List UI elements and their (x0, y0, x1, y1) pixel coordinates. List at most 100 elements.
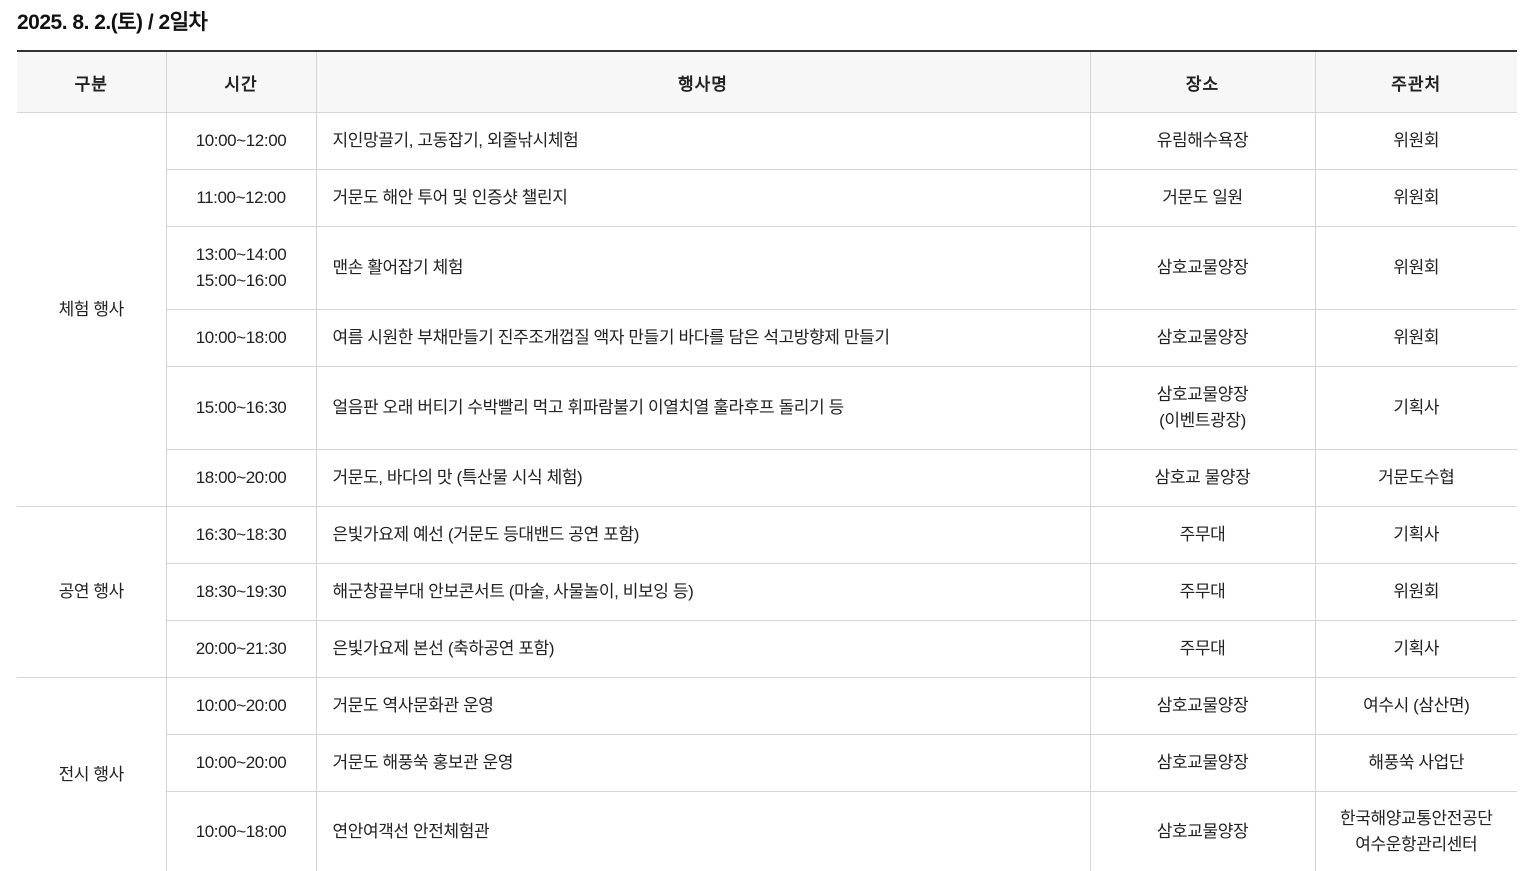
table-row: 공연 행사 16:30~18:30 은빛가요제 예선 (거문도 등대밴드 공연 … (17, 506, 1517, 678)
host-cell: 거문도수협 (1314, 449, 1517, 507)
host-text: 위원회 (1393, 582, 1440, 601)
host-cell: 기획사 (1314, 506, 1517, 564)
place-text: 삼호교물양장 (1156, 753, 1249, 772)
host-cell: 여수시 (삼산면) (1314, 677, 1517, 735)
place-text: 주무대 (1179, 582, 1226, 601)
time-cell: 10:00~20:00 (165, 677, 316, 735)
place-text: 주무대 (1179, 525, 1226, 544)
table-row: 체험 행사 10:00~12:00 지인망끌기, 고동잡기, 외줄낚시체험 유림… (17, 112, 1517, 507)
host-text: 위원회 (1393, 258, 1440, 277)
time-cell: 15:00~16:30 (165, 366, 316, 450)
host-cell: 기획사 (1314, 366, 1517, 450)
event-cell: 거문도, 바다의 맛 (특산물 시식 체험) (315, 449, 1090, 507)
time-text: 10:00~20:00 (195, 696, 287, 715)
place-text: 주무대 (1179, 639, 1226, 658)
place-cell: 삼호교물양장 (1089, 677, 1315, 735)
day-title: 2025. 8. 2.(토) / 2일차 (17, 11, 208, 34)
time-text: 10:00~18:00 (195, 822, 287, 841)
place-text: (이벤트광장) (1159, 411, 1246, 430)
table-row: 10:00~18:00 여름 시원한 부채만들기 진주조개껍질 액자 만들기 바… (17, 309, 1517, 367)
host-cell: 한국해양교통안전공단 여수운항관리센터 (1314, 791, 1517, 871)
place-text: 삼호교 물양장 (1154, 468, 1251, 487)
event-cell: 지인망끌기, 고동잡기, 외줄낚시체험 (315, 112, 1090, 170)
category-cell: 전시 행사 (17, 677, 166, 871)
time-cell: 10:00~18:00 (165, 309, 316, 367)
category-cell: 공연 행사 (17, 506, 166, 678)
host-text: 여수운항관리센터 (1355, 835, 1478, 854)
place-cell: 삼호교 물양장 (1089, 449, 1315, 507)
time-cell: 13:00~14:00 15:00~16:00 (165, 226, 316, 310)
time-cell: 10:00~20:00 (165, 734, 316, 792)
host-text: 거문도수협 (1378, 468, 1455, 487)
table-row: 11:00~12:00 거문도 해안 투어 및 인증샷 챌린지 거문도 일원 위… (17, 169, 1517, 227)
host-text: 위원회 (1393, 131, 1440, 150)
place-cell: 삼호교물양장 (1089, 791, 1315, 871)
place-text: 삼호교물양장 (1156, 696, 1249, 715)
event-cell: 거문도 해안 투어 및 인증샷 챌린지 (315, 169, 1090, 227)
table-row: 18:30~19:30 해군창끝부대 안보콘서트 (마술, 사물놀이, 비보잉 … (17, 563, 1517, 621)
place-cell: 거문도 일원 (1089, 169, 1315, 227)
time-cell: 20:00~21:30 (165, 620, 316, 678)
event-cell: 은빛가요제 본선 (축하공연 포함) (315, 620, 1090, 678)
table-row: 10:00~20:00 거문도 해풍쑥 홍보관 운영 삼호교물양장 해풍쑥 사업… (17, 734, 1517, 792)
time-text: 11:00~12:00 (196, 188, 286, 207)
time-text: 15:00~16:00 (195, 271, 287, 290)
event-cell: 은빛가요제 예선 (거문도 등대밴드 공연 포함) (315, 506, 1090, 564)
host-text: 위원회 (1393, 328, 1440, 347)
host-text: 기획사 (1393, 398, 1440, 417)
time-text: 10:00~12:00 (195, 131, 287, 150)
host-cell: 위원회 (1314, 309, 1517, 367)
host-text: 기획사 (1393, 639, 1440, 658)
header-time: 시간 (165, 51, 316, 113)
place-cell: 주무대 (1089, 620, 1315, 678)
time-text: 13:00~14:00 (195, 245, 287, 264)
category-cell: 체험 행사 (17, 112, 166, 507)
header-row: 구분 시간 행사명 장소 주관처 (17, 51, 1517, 113)
place-cell: 삼호교물양장 (1089, 226, 1315, 310)
header-event: 행사명 (315, 51, 1090, 113)
place-cell: 주무대 (1089, 563, 1315, 621)
time-text: 10:00~18:00 (195, 328, 287, 347)
table-row: 15:00~16:30 얼음판 오래 버티기 수박빨리 먹고 휘파람불기 이열치… (17, 366, 1517, 450)
time-text: 18:00~20:00 (195, 468, 287, 487)
header-place: 장소 (1089, 51, 1315, 113)
time-cell: 10:00~12:00 (165, 112, 316, 170)
page: 2025. 8. 2.(토) / 2일차 구분 시간 행사명 장소 주관처 체험… (0, 0, 1531, 871)
header-host: 주관처 (1314, 51, 1517, 113)
host-text: 한국해양교통안전공단 (1340, 809, 1493, 828)
host-cell: 기획사 (1314, 620, 1517, 678)
event-cell: 거문도 해풍쑥 홍보관 운영 (315, 734, 1090, 792)
time-text: 20:00~21:30 (195, 639, 287, 658)
time-text: 18:30~19:30 (195, 582, 287, 601)
event-cell: 맨손 활어잡기 체험 (315, 226, 1090, 310)
place-text: 거문도 일원 (1162, 188, 1243, 207)
time-text: 10:00~20:00 (195, 753, 287, 772)
host-cell: 위원회 (1314, 226, 1517, 310)
schedule-table: 구분 시간 행사명 장소 주관처 체험 행사 10:00~12:00 지인망끌기… (17, 50, 1517, 871)
host-cell: 위원회 (1314, 112, 1517, 170)
event-cell: 얼음판 오래 버티기 수박빨리 먹고 휘파람불기 이열치열 훌라후프 돌리기 등 (315, 366, 1090, 450)
place-text: 유림해수욕장 (1156, 131, 1249, 150)
event-cell: 연안여객선 안전체험관 (315, 791, 1090, 871)
time-cell: 18:00~20:00 (165, 449, 316, 507)
place-text: 삼호교물양장 (1156, 258, 1249, 277)
table-row: 전시 행사 10:00~20:00 거문도 역사문화관 운영 삼호교물양장 여수… (17, 677, 1517, 871)
host-text: 해풍쑥 사업단 (1368, 753, 1465, 772)
host-text: 기획사 (1393, 525, 1440, 544)
event-cell: 여름 시원한 부채만들기 진주조개껍질 액자 만들기 바다를 담은 석고방향제 … (315, 309, 1090, 367)
time-cell: 10:00~18:00 (165, 791, 316, 871)
table-row: 18:00~20:00 거문도, 바다의 맛 (특산물 시식 체험) 삼호교 물… (17, 449, 1517, 507)
place-text: 삼호교물양장 (1156, 328, 1249, 347)
place-text: 삼호교물양장 (1156, 822, 1249, 841)
place-cell: 삼호교물양장 (1089, 734, 1315, 792)
time-cell: 18:30~19:30 (165, 563, 316, 621)
table-row: 20:00~21:30 은빛가요제 본선 (축하공연 포함) 주무대 기획사 (17, 620, 1517, 678)
header-category: 구분 (17, 51, 166, 113)
event-cell: 거문도 역사문화관 운영 (315, 677, 1090, 735)
table-row: 10:00~18:00 연안여객선 안전체험관 삼호교물양장 한국해양교통안전공… (17, 791, 1517, 871)
host-text: 여수시 (삼산면) (1363, 696, 1470, 715)
event-cell: 해군창끝부대 안보콘서트 (마술, 사물놀이, 비보잉 등) (315, 563, 1090, 621)
host-text: 위원회 (1393, 188, 1440, 207)
host-cell: 위원회 (1314, 169, 1517, 227)
time-text: 15:00~16:30 (195, 398, 287, 417)
